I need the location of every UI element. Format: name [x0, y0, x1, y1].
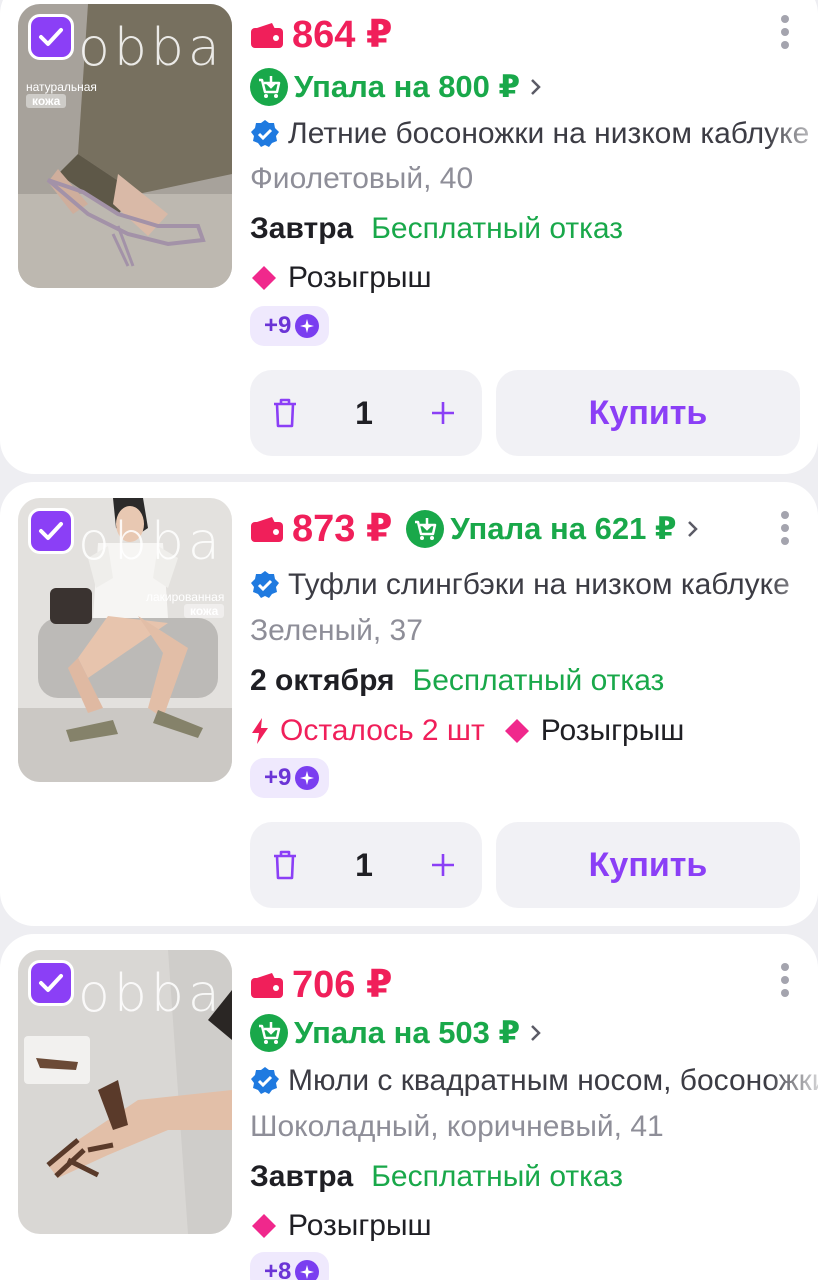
- delivery-row: 2 октября Бесплатный отказ: [250, 664, 664, 698]
- trash-icon[interactable]: [272, 398, 298, 428]
- diamond-icon: [252, 1214, 276, 1238]
- price-drop-label: Упала на 800 ₽: [294, 69, 521, 104]
- cart-item: obba натуральная кожа 864 ₽ Упала на 800…: [0, 0, 818, 474]
- product-variant: Фиолетовый, 40: [250, 162, 474, 195]
- chevron-right-icon: [687, 520, 698, 537]
- diamond-icon: [504, 719, 529, 743]
- brand-logo: obba: [78, 18, 224, 78]
- cart-item: obba 706 ₽ Упала на 503 ₽ Мюли с квадрат…: [0, 934, 818, 1280]
- buy-button[interactable]: Купить: [496, 370, 800, 456]
- promo-row: Осталось 2 шт Розыгрыш: [250, 714, 684, 748]
- free-refusal: Бесплатный отказ: [371, 1160, 623, 1193]
- price-row: 706 ₽: [250, 962, 392, 1007]
- product-variant: Шоколадный, коричневый, 41: [250, 1110, 664, 1143]
- brand-logo: obba: [78, 512, 224, 572]
- lightning-icon: [252, 718, 268, 744]
- sparkle-icon: [295, 766, 320, 790]
- sparkle-icon: [295, 314, 320, 338]
- sparkle-icon: [295, 1260, 320, 1280]
- delivery-date: 2 октября: [250, 664, 395, 697]
- wallet-icon: [251, 972, 283, 998]
- image-tag: натуральная кожа: [26, 80, 97, 108]
- delivery-date: Завтра: [250, 212, 354, 245]
- verified-icon: [251, 120, 279, 147]
- price-drop[interactable]: Упала на 503 ₽: [250, 1014, 542, 1052]
- cart-item: obba лакированная кожа 873 ₽ Упала на 62…: [0, 482, 818, 926]
- price-drop-label: Упала на 621 ₽: [450, 510, 677, 546]
- giveaway-label: Розыгрыш: [288, 1209, 432, 1242]
- giveaway-label: Розыгрыш: [540, 714, 685, 747]
- price: 864 ₽: [292, 14, 393, 56]
- verified-icon: [251, 1067, 279, 1094]
- quantity-stepper: 1: [250, 370, 482, 456]
- delivery-row: Завтра Бесплатный отказ: [250, 212, 623, 246]
- delivery-row: Завтра Бесплатный отказ: [250, 1160, 623, 1194]
- wallet-icon: [251, 516, 283, 542]
- bonus-label: +8: [264, 1258, 292, 1280]
- price-drop-label: Упала на 503 ₽: [294, 1015, 521, 1050]
- bonus-pill[interactable]: +8: [250, 1252, 330, 1280]
- more-options-icon[interactable]: [780, 510, 790, 546]
- product-image[interactable]: obba натуральная кожа: [18, 4, 232, 288]
- chevron-right-icon: [531, 79, 541, 95]
- bonus-pill[interactable]: +9: [250, 306, 330, 346]
- free-refusal: Бесплатный отказ: [412, 664, 665, 697]
- product-title: Туфли слингбэки на низком каблуке: [288, 568, 790, 601]
- quantity-value[interactable]: 1: [355, 847, 373, 884]
- wallet-icon: [251, 22, 283, 48]
- product-title: Мюли с квадратным носом, босоножки: [288, 1064, 818, 1097]
- free-refusal: Бесплатный отказ: [371, 212, 623, 245]
- product-variant: Зеленый, 37: [250, 614, 423, 647]
- cart-down-icon: [250, 68, 288, 106]
- chevron-right-icon: [531, 1025, 541, 1041]
- product-image[interactable]: obba: [18, 950, 232, 1234]
- giveaway-label: Розыгрыш: [288, 261, 432, 294]
- title-row[interactable]: Мюли с квадратным носом, босоножки: [250, 1064, 818, 1098]
- title-row[interactable]: Летние босоножки на низком каблуке: [250, 117, 818, 151]
- bonus-pill[interactable]: +9: [250, 758, 330, 798]
- price-drop[interactable]: Упала на 800 ₽: [250, 68, 542, 106]
- cart-down-icon: [250, 1014, 288, 1052]
- promo-row: Розыгрыш: [250, 261, 432, 295]
- more-options-icon[interactable]: [780, 14, 790, 50]
- quantity-value[interactable]: 1: [355, 395, 373, 432]
- image-tag: лакированная кожа: [146, 590, 225, 618]
- brand-logo: obba: [78, 964, 224, 1024]
- price-row: 873 ₽ Упала на 621 ₽: [250, 506, 699, 551]
- buy-button[interactable]: Купить: [496, 822, 800, 908]
- more-options-icon[interactable]: [780, 962, 790, 998]
- trash-icon[interactable]: [272, 850, 298, 880]
- product-image[interactable]: obba лакированная кожа: [18, 498, 232, 782]
- price: 873 ₽: [292, 508, 393, 550]
- promo-row: Розыгрыш: [250, 1209, 432, 1243]
- product-title: Летние босоножки на низком каблуке: [288, 117, 810, 150]
- stock-left: Осталось 2 шт: [280, 714, 485, 747]
- select-checkbox[interactable]: [28, 960, 74, 1006]
- bonus-label: +9: [264, 764, 292, 791]
- title-row[interactable]: Туфли слингбэки на низком каблуке: [250, 568, 818, 602]
- diamond-icon: [252, 266, 276, 290]
- bonus-label: +9: [264, 312, 292, 339]
- verified-icon: [251, 571, 279, 598]
- plus-icon[interactable]: [430, 400, 456, 426]
- price-row: 864 ₽: [250, 12, 392, 57]
- delivery-date: Завтра: [250, 1160, 354, 1193]
- plus-icon[interactable]: [430, 852, 456, 878]
- select-checkbox[interactable]: [28, 14, 74, 60]
- price-drop[interactable]: Упала на 621 ₽: [406, 509, 698, 548]
- select-checkbox[interactable]: [28, 508, 74, 554]
- price: 706 ₽: [292, 964, 393, 1006]
- cart-down-icon: [406, 509, 445, 548]
- quantity-stepper: 1: [250, 822, 482, 908]
